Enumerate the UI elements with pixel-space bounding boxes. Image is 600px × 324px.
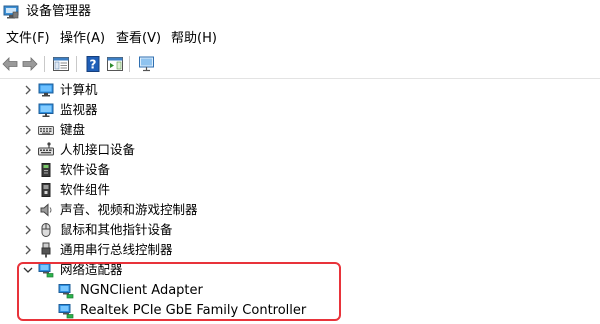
tree-node-label: 键盘 — [60, 122, 86, 137]
tree-node-label: 通用串行总线控制器 — [60, 242, 173, 257]
tree-node-monitors[interactable]: 监视器 — [0, 100, 600, 120]
speaker-icon — [40, 203, 52, 217]
toolbar: ? — [0, 52, 600, 76]
window-title: 设备管理器 — [26, 4, 92, 19]
menu-file[interactable]: 文件(F) — [6, 29, 50, 49]
chevron-right-icon[interactable] — [21, 183, 35, 197]
tree-node-software-components[interactable]: 软件组件 — [0, 180, 600, 200]
software-component-icon — [41, 183, 51, 197]
computer-icon — [38, 83, 54, 97]
monitor-scan-icon[interactable] — [138, 55, 156, 73]
back-arrow-icon[interactable] — [1, 55, 19, 73]
menu-help[interactable]: 帮助(H) — [171, 29, 217, 49]
svg-text:?: ? — [90, 58, 97, 72]
hid-icon — [38, 142, 54, 156]
menu-bar: 文件(F) 操作(A) 查看(V) 帮助(H) — [0, 29, 600, 49]
tree-node-sound-video-game[interactable]: 声音、视频和游戏控制器 — [0, 200, 600, 220]
tree-node-label: 鼠标和其他指针设备 — [60, 222, 173, 237]
chevron-right-icon[interactable] — [21, 103, 35, 117]
tree-node-mice[interactable]: 鼠标和其他指针设备 — [0, 220, 600, 240]
menu-view[interactable]: 查看(V) — [116, 29, 161, 49]
tree-node-label: 声音、视频和游戏控制器 — [60, 202, 198, 217]
menu-action[interactable]: 操作(A) — [60, 29, 105, 49]
tree-node-computer[interactable]: 计算机 — [0, 80, 600, 100]
show-hide-console-tree-icon[interactable] — [52, 55, 70, 73]
chevron-right-icon[interactable] — [21, 143, 35, 157]
toolbar-separator — [76, 56, 77, 72]
toolbar-divider — [0, 78, 600, 79]
tree-node-hid[interactable]: 人机接口设备 — [0, 140, 600, 160]
chevron-right-icon[interactable] — [21, 163, 35, 177]
chevron-right-icon[interactable] — [21, 123, 35, 137]
tree-node-keyboards[interactable]: 键盘 — [0, 120, 600, 140]
mouse-icon — [41, 223, 51, 237]
help-icon[interactable]: ? — [84, 55, 102, 73]
software-device-icon — [41, 163, 51, 177]
chevron-right-icon[interactable] — [21, 223, 35, 237]
chevron-right-icon[interactable] — [21, 243, 35, 257]
device-manager-icon — [3, 5, 19, 19]
title-bar: 设备管理器 — [0, 0, 600, 26]
toolbar-separator — [129, 56, 130, 72]
monitor-icon — [38, 103, 54, 117]
tree-node-label: 软件设备 — [60, 162, 111, 177]
tree-node-label: 人机接口设备 — [60, 142, 136, 157]
forward-arrow-icon[interactable] — [21, 55, 39, 73]
tree-node-usb[interactable]: 通用串行总线控制器 — [0, 240, 600, 260]
keyboard-icon — [38, 126, 54, 135]
tree-node-label: 监视器 — [60, 102, 98, 117]
tree-node-label: 软件组件 — [60, 182, 111, 197]
usb-icon — [41, 242, 51, 258]
tree-node-label: 计算机 — [60, 82, 98, 97]
chevron-right-icon[interactable] — [21, 83, 35, 97]
annotation-highlight-box — [17, 262, 341, 321]
chevron-right-icon[interactable] — [21, 203, 35, 217]
tree-node-software-devices[interactable]: 软件设备 — [0, 160, 600, 180]
action-pane-icon[interactable] — [106, 55, 124, 73]
toolbar-separator — [44, 56, 45, 72]
